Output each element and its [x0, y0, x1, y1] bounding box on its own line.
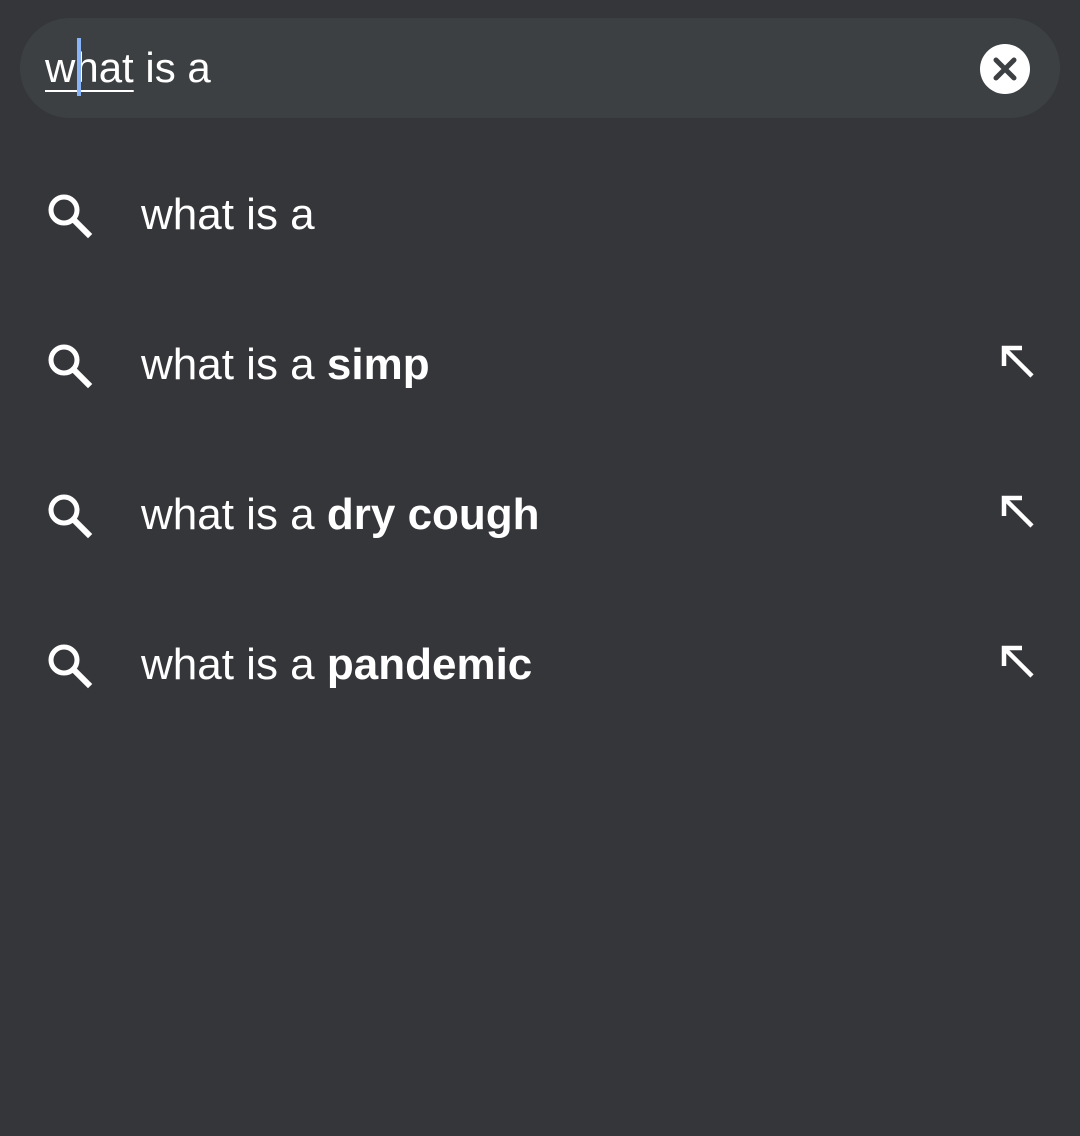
search-icon [48, 194, 93, 239]
suggestion-completion: dry cough [326, 490, 540, 539]
suggestion-item[interactable]: what is a dry cough [0, 440, 1080, 590]
suggestion-text: what is a dry cough [141, 440, 540, 590]
suggestion-item[interactable]: what is a [0, 140, 1080, 290]
suggestion-text: what is a pandemic [141, 590, 532, 740]
suggestion-item[interactable]: what is a pandemic [0, 590, 1080, 740]
suggestion-text: what is a simp [141, 290, 430, 440]
search-bar[interactable]: what is a [20, 18, 1060, 118]
suggestion-text: what is a [141, 140, 315, 290]
suggestion-prefix: what is a [141, 490, 327, 539]
close-icon [993, 57, 1017, 81]
suggestion-prefix: what is a [141, 190, 315, 239]
text-cursor [77, 38, 81, 96]
suggestion-list: what is a what is a simp what is a dry c… [0, 140, 1080, 740]
clear-button[interactable] [980, 44, 1030, 94]
search-icon [48, 344, 93, 389]
search-icon [48, 644, 93, 689]
suggestion-completion: simp [326, 340, 430, 389]
suggestion-item[interactable]: what is a simp [0, 290, 1080, 440]
suggestion-prefix: what is a [141, 340, 327, 389]
suggestion-prefix: what is a [141, 640, 327, 689]
suggestion-completion: pandemic [326, 640, 533, 689]
search-input-rest-text: is a [133, 44, 211, 91]
search-input-composing-text: what [45, 44, 134, 91]
arrow-up-left-icon[interactable] [998, 642, 1040, 684]
search-icon [48, 494, 93, 539]
arrow-up-left-icon[interactable] [998, 342, 1040, 384]
arrow-up-left-icon[interactable] [998, 492, 1040, 534]
search-input[interactable]: what is a [45, 18, 211, 118]
